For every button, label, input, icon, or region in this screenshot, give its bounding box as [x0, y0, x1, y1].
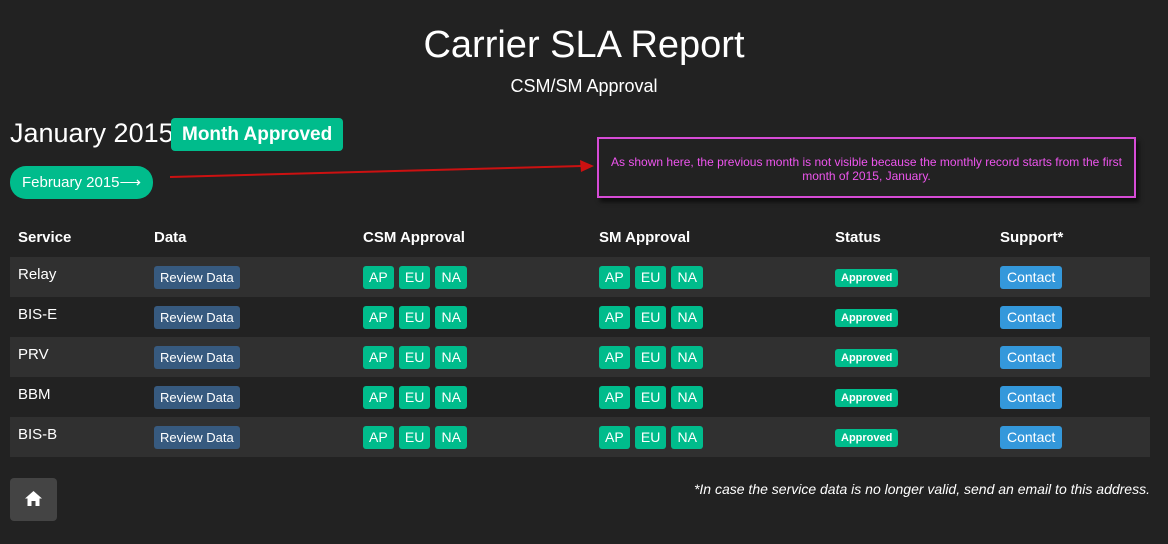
contact-button[interactable]: Contact: [1000, 305, 1063, 329]
service-cell: BBM: [10, 377, 146, 417]
review-data-button[interactable]: Review Data: [154, 425, 240, 449]
annotation-callout: As shown here, the previous month is not…: [597, 137, 1136, 198]
service-cell: BIS-B: [10, 417, 146, 457]
data-cell: Review Data: [146, 377, 355, 417]
review-data-button[interactable]: Review Data: [154, 385, 240, 409]
csm-region-na-button[interactable]: NA: [435, 305, 467, 329]
status-cell: Approved: [827, 417, 992, 457]
home-button[interactable]: [10, 478, 57, 521]
csm-region-na-button[interactable]: NA: [435, 265, 467, 289]
csm-approval-cell: AP EU NA: [355, 257, 591, 297]
csm-region-na-button[interactable]: NA: [435, 425, 467, 449]
sm-region-na-button[interactable]: NA: [671, 385, 703, 409]
csm-approval-cell: AP EU NA: [355, 297, 591, 337]
support-cell: Contact: [992, 297, 1150, 337]
support-cell: Contact: [992, 337, 1150, 377]
column-header-sm-approval: SM Approval: [599, 229, 691, 246]
service-name: BIS-E: [18, 305, 58, 323]
service-name: Relay: [18, 265, 57, 283]
table-header-row: Service Data CSM Approval SM Approval St…: [10, 218, 1150, 257]
csm-region-na-button[interactable]: NA: [435, 385, 467, 409]
sm-approval-cell: AP EU NA: [591, 257, 827, 297]
csm-region-eu-button[interactable]: EU: [398, 345, 431, 369]
sm-approval-cell: AP EU NA: [591, 377, 827, 417]
status-cell: Approved: [827, 377, 992, 417]
sm-approval-cell: AP EU NA: [591, 337, 827, 377]
sm-region-na-button[interactable]: NA: [671, 305, 703, 329]
status-badge: Approved: [835, 268, 899, 287]
support-cell: Contact: [992, 377, 1150, 417]
sm-region-ap-button[interactable]: AP: [599, 425, 630, 449]
table-row: BBM Review Data AP EU NA AP EU NA Approved…: [10, 377, 1150, 417]
home-icon: [25, 491, 42, 506]
status-cell: Approved: [827, 337, 992, 377]
sm-region-ap-button[interactable]: AP: [599, 345, 630, 369]
sm-region-ap-button[interactable]: AP: [599, 305, 630, 329]
data-cell: Review Data: [146, 337, 355, 377]
review-data-button[interactable]: Review Data: [154, 305, 240, 329]
contact-button[interactable]: Contact: [1000, 265, 1063, 289]
csm-approval-cell: AP EU NA: [355, 337, 591, 377]
service-name: BIS-B: [18, 425, 58, 443]
column-header-data: Data: [154, 229, 187, 246]
csm-region-eu-button[interactable]: EU: [398, 385, 431, 409]
table-row: BIS-E Review Data AP EU NA AP EU NA Approv…: [10, 297, 1150, 337]
csm-approval-cell: AP EU NA: [355, 417, 591, 457]
sm-region-na-button[interactable]: NA: [671, 265, 703, 289]
column-header-service: Service: [18, 229, 72, 246]
column-header-status: Status: [835, 229, 881, 246]
data-cell: Review Data: [146, 297, 355, 337]
sm-region-eu-button[interactable]: EU: [634, 305, 667, 329]
csm-region-na-button[interactable]: NA: [435, 345, 467, 369]
column-header-csm-approval: CSM Approval: [363, 229, 465, 246]
service-cell: PRV: [10, 337, 146, 377]
service-name: BBM: [18, 385, 51, 403]
sm-region-eu-button[interactable]: EU: [634, 345, 667, 369]
table-row: BIS-B Review Data AP EU NA AP EU NA Approv…: [10, 417, 1150, 457]
sm-region-na-button[interactable]: NA: [671, 425, 703, 449]
sm-approval-cell: AP EU NA: [591, 297, 827, 337]
csm-region-ap-button[interactable]: AP: [363, 265, 394, 289]
service-cell: BIS-E: [10, 297, 146, 337]
csm-region-ap-button[interactable]: AP: [363, 305, 394, 329]
annotation-text: As shown here, the previous month is not…: [611, 155, 1122, 183]
status-cell: Approved: [827, 297, 992, 337]
contact-button[interactable]: Contact: [1000, 425, 1063, 449]
column-header-support: Support*: [1000, 229, 1064, 246]
sm-region-eu-button[interactable]: EU: [634, 385, 667, 409]
csm-approval-cell: AP EU NA: [355, 377, 591, 417]
table-row: Relay Review Data AP EU NA AP EU NA Approv…: [10, 257, 1150, 297]
data-cell: Review Data: [146, 417, 355, 457]
csm-region-ap-button[interactable]: AP: [363, 345, 394, 369]
csm-region-eu-button[interactable]: EU: [398, 305, 431, 329]
sm-region-eu-button[interactable]: EU: [634, 265, 667, 289]
sm-region-eu-button[interactable]: EU: [634, 425, 667, 449]
sla-table: Service Data CSM Approval SM Approval St…: [10, 218, 1150, 457]
sm-approval-cell: AP EU NA: [591, 417, 827, 457]
sm-region-na-button[interactable]: NA: [671, 345, 703, 369]
csm-region-eu-button[interactable]: EU: [398, 265, 431, 289]
status-badge: Approved: [835, 308, 899, 327]
support-cell: Contact: [992, 257, 1150, 297]
csm-region-ap-button[interactable]: AP: [363, 385, 394, 409]
status-badge: Approved: [835, 348, 899, 367]
table-row: PRV Review Data AP EU NA AP EU NA Approved…: [10, 337, 1150, 377]
contact-button[interactable]: Contact: [1000, 345, 1063, 369]
service-name: PRV: [18, 345, 49, 363]
csm-region-eu-button[interactable]: EU: [398, 425, 431, 449]
sm-region-ap-button[interactable]: AP: [599, 385, 630, 409]
support-footnote: *In case the service data is no longer v…: [693, 481, 1150, 497]
review-data-button[interactable]: Review Data: [154, 265, 240, 289]
sm-region-ap-button[interactable]: AP: [599, 265, 630, 289]
data-cell: Review Data: [146, 257, 355, 297]
status-badge: Approved: [835, 428, 899, 447]
contact-button[interactable]: Contact: [1000, 385, 1063, 409]
review-data-button[interactable]: Review Data: [154, 345, 240, 369]
support-cell: Contact: [992, 417, 1150, 457]
status-badge: Approved: [835, 388, 899, 407]
status-cell: Approved: [827, 257, 992, 297]
service-cell: Relay: [10, 257, 146, 297]
csm-region-ap-button[interactable]: AP: [363, 425, 394, 449]
